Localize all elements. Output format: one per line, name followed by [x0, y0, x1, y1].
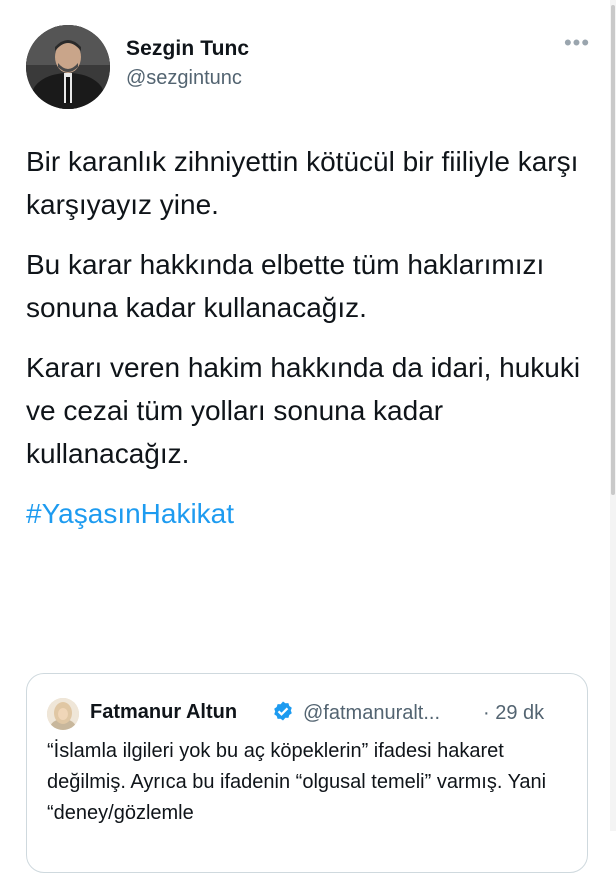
- quoted-author-handle[interactable]: @fatmanuralt...: [303, 702, 440, 725]
- quoted-tweet-text: “İslamla ilgileri yok bu aç köpeklerin” …: [47, 740, 547, 824]
- tweet-paragraph-1: Bir karanlık zihniyettin kötücül bir fii…: [26, 146, 579, 220]
- quoted-tweet-card[interactable]: Fatmanur Altun @fatmanuralt... · 29 dk “…: [26, 673, 588, 873]
- tweet-body: Bir karanlık zihniyettin kötücül bir fii…: [26, 140, 601, 552]
- quoted-author-name[interactable]: Fatmanur Altun: [90, 701, 237, 724]
- quoted-tweet-time[interactable]: · 29 dk: [483, 702, 544, 725]
- scrollbar-thumb[interactable]: [611, 5, 615, 495]
- verified-badge-icon: [274, 701, 292, 721]
- quoted-author-avatar[interactable]: [47, 698, 79, 730]
- tweet-paragraph-2: Bu karar hakkında elbette tüm haklarımız…: [26, 249, 545, 323]
- scrollbar-track[interactable]: [610, 0, 616, 831]
- more-options-icon[interactable]: •••: [562, 30, 592, 64]
- hashtag-link[interactable]: #YaşasınHakikat: [26, 498, 234, 529]
- tweet-paragraph-3: Kararı veren hakim hakkında da idari, hu…: [26, 352, 581, 469]
- author-avatar[interactable]: [26, 25, 110, 109]
- author-handle[interactable]: @sezgintunc: [126, 67, 242, 90]
- author-name[interactable]: Sezgin Tunc: [126, 37, 249, 61]
